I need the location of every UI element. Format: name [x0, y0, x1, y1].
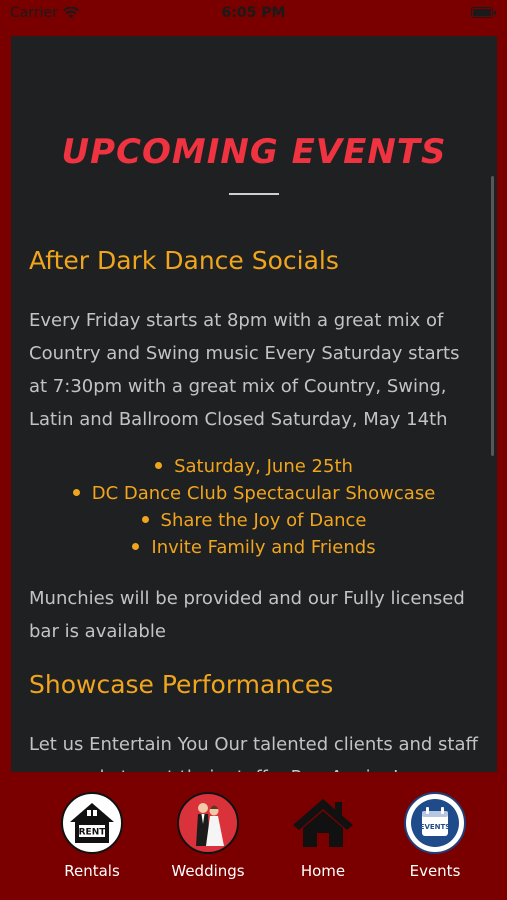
house-rent-icon: RENT	[61, 792, 123, 854]
status-time: 6:05 PM	[221, 5, 286, 21]
list-item: Share the Joy of Dance	[11, 507, 497, 534]
section-body-socials: Every Friday starts at 8pm with a great …	[29, 310, 460, 430]
battery-icon	[471, 7, 496, 18]
section-heading-showcase: Showcase Performances	[29, 670, 334, 699]
page-title: UPCOMING EVENTS	[61, 132, 447, 172]
bullet-icon	[141, 515, 149, 523]
tab-home[interactable]: Home	[273, 792, 373, 887]
tab-label-events: Events	[409, 862, 461, 880]
home-icon	[292, 792, 354, 854]
tab-label-rentals: Rentals	[64, 862, 120, 880]
title-divider	[229, 193, 279, 195]
tab-rentals[interactable]: RENT Rentals	[42, 792, 142, 887]
svg-text:RENT: RENT	[79, 828, 107, 838]
tab-bar: RENT Rentals Weddings Home EVENTS Events	[0, 772, 507, 900]
bullet-icon	[132, 542, 140, 550]
section-footer-socials: Munchies will be provided and our Fully …	[29, 588, 465, 642]
section-heading-socials: After Dark Dance Socials	[29, 246, 339, 275]
tab-label-home: Home	[300, 862, 346, 880]
bullet-icon	[155, 461, 163, 469]
events-calendar-icon: EVENTS	[404, 792, 466, 854]
tab-weddings[interactable]: Weddings	[158, 792, 258, 887]
section-body-showcase: Let us Entertain You Our talented client…	[29, 734, 478, 772]
svg-text:EVENTS: EVENTS	[420, 823, 451, 831]
bullet-icon	[72, 488, 80, 496]
status-bar: Carrier 6:05 PM	[0, 0, 507, 30]
list-item: Saturday, June 25th	[11, 453, 497, 480]
event-highlights-list: Saturday, June 25th DC Dance Club Specta…	[11, 453, 497, 561]
tab-events[interactable]: EVENTS Events	[385, 792, 485, 887]
tab-label-weddings: Weddings	[171, 862, 245, 880]
list-item: Invite Family and Friends	[11, 534, 497, 561]
list-item: DC Dance Club Spectacular Showcase	[11, 480, 497, 507]
wedding-couple-icon	[177, 792, 239, 854]
scrollbar[interactable]	[491, 176, 494, 456]
events-content[interactable]: UPCOMING EVENTS After Dark Dance Socials…	[11, 36, 497, 772]
